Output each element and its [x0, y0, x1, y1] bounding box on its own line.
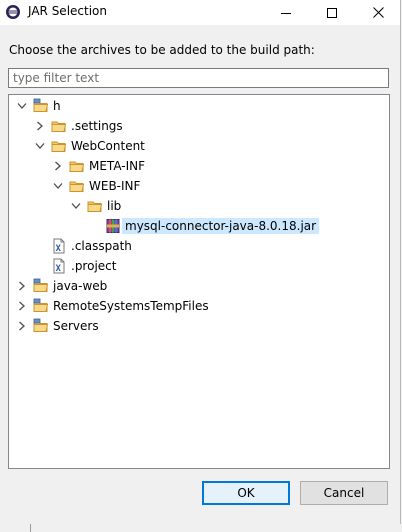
tree-item-label: Servers — [53, 319, 99, 333]
tree-item-label: mysql-connector-java-8.0.18.jar — [122, 218, 320, 234]
window-title: JAR Selection — [28, 4, 107, 18]
folder-icon — [69, 158, 85, 174]
background-divider — [30, 524, 31, 532]
tree-item-label: WEB-INF — [89, 179, 141, 193]
chevron-down-icon[interactable] — [15, 99, 29, 113]
chevron-right-icon[interactable] — [51, 159, 65, 173]
project-folder-icon — [33, 278, 49, 294]
project-folder-icon — [33, 298, 49, 314]
close-button[interactable] — [360, 0, 396, 25]
svg-text:X: X — [56, 244, 62, 254]
cancel-button[interactable]: Cancel — [300, 481, 388, 505]
maximize-button[interactable] — [314, 0, 350, 25]
xml-file-icon: X — [51, 238, 67, 254]
archive-tree[interactable]: h .settings WebContent META-INF WEB-INF lib my… — [8, 94, 390, 469]
tree-item[interactable]: mysql-connector-java-8.0.18.jar — [87, 216, 320, 236]
folder-icon — [69, 178, 85, 194]
minimize-button[interactable] — [268, 0, 304, 25]
minimize-icon — [281, 13, 291, 14]
chevron-right-icon[interactable] — [33, 119, 47, 133]
tree-item-label: h — [53, 99, 61, 113]
tree-item[interactable]: X .classpath — [33, 236, 132, 256]
tree-item-label: java-web — [53, 279, 108, 293]
svg-text:X: X — [56, 264, 62, 274]
chevron-down-icon[interactable] — [33, 139, 47, 153]
close-icon — [372, 7, 384, 18]
jar-selection-dialog: JAR Selection Choose the archives to be … — [0, 0, 401, 525]
tree-item-label: .settings — [71, 119, 123, 133]
filter-input[interactable] — [8, 68, 389, 88]
tree-item[interactable]: lib — [69, 196, 121, 216]
project-folder-icon — [33, 318, 49, 334]
folder-icon — [51, 138, 67, 154]
ok-button[interactable]: OK — [202, 481, 290, 505]
tree-item-label: RemoteSystemsTempFiles — [53, 299, 209, 313]
tree-item[interactable]: h — [15, 96, 61, 116]
tree-item[interactable]: WebContent — [33, 136, 145, 156]
chevron-right-icon[interactable] — [15, 279, 29, 293]
chevron-down-icon[interactable] — [51, 179, 65, 193]
instruction-text: Choose the archives to be added to the b… — [9, 43, 315, 57]
tree-item[interactable]: META-INF — [51, 156, 145, 176]
tree-item-label: .classpath — [71, 239, 132, 253]
tree-item-label: WebContent — [71, 139, 145, 153]
tree-item-label: META-INF — [89, 159, 146, 173]
tree-item[interactable]: X .project — [33, 256, 116, 276]
title-bar: JAR Selection — [0, 0, 400, 25]
eclipse-app-icon — [6, 5, 20, 19]
tree-item[interactable]: .settings — [33, 116, 123, 136]
tree-item[interactable]: Servers — [15, 316, 99, 336]
tree-item[interactable]: WEB-INF — [51, 176, 140, 196]
background-window-edge — [0, 524, 402, 532]
tree-item[interactable]: RemoteSystemsTempFiles — [15, 296, 209, 316]
folder-icon — [51, 118, 67, 134]
tree-item-label: .project — [71, 259, 117, 273]
chevron-right-icon[interactable] — [15, 299, 29, 313]
chevron-right-icon[interactable] — [15, 319, 29, 333]
tree-item-label: lib — [107, 199, 122, 213]
maximize-icon — [327, 7, 337, 18]
chevron-down-icon[interactable] — [69, 199, 83, 213]
tree-item[interactable]: java-web — [15, 276, 107, 296]
xml-file-icon: X — [51, 258, 67, 274]
project-folder-icon — [33, 98, 49, 114]
jar-icon — [105, 218, 121, 234]
folder-icon — [87, 198, 103, 214]
